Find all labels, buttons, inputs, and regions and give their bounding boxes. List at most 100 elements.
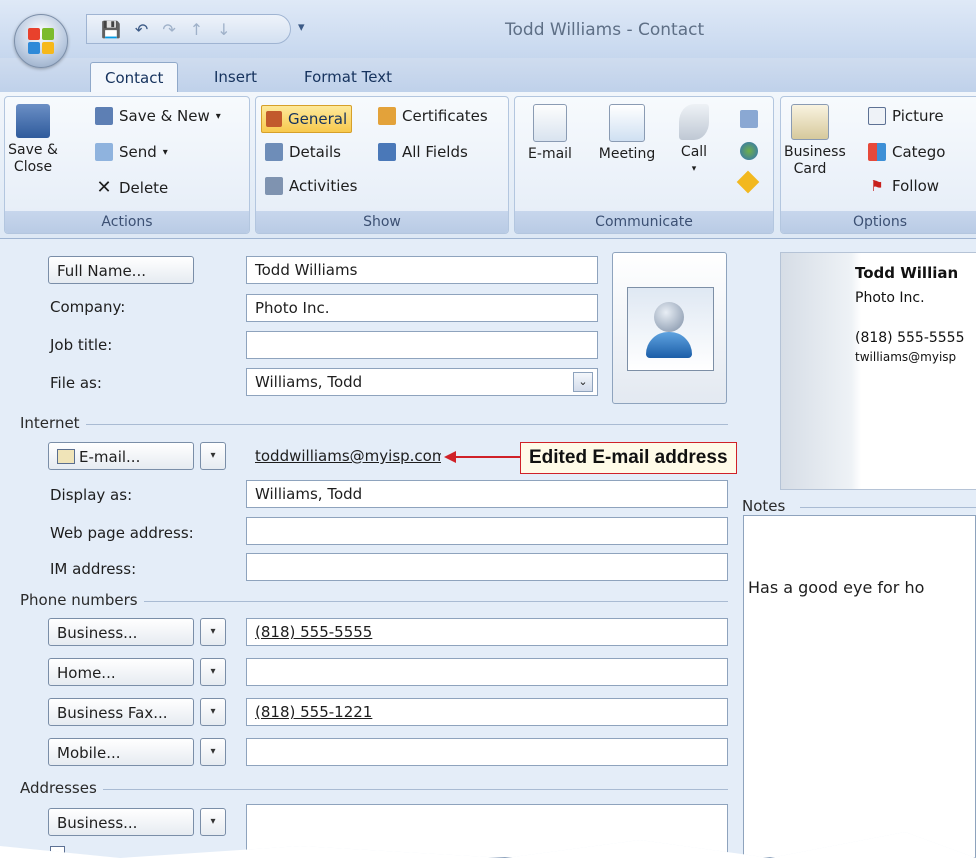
group-actions-label: Actions — [5, 211, 249, 233]
business-card-icon — [791, 104, 829, 140]
phone-business-field[interactable]: (818) 555-5555 — [246, 618, 728, 646]
categorize-button[interactable]: Catego — [868, 143, 945, 161]
im-address-field[interactable] — [246, 553, 728, 581]
internet-section-label: Internet — [20, 414, 86, 432]
address-field[interactable] — [246, 804, 728, 858]
group-options-label: Options — [781, 211, 976, 233]
web-page-icon[interactable] — [740, 142, 758, 160]
chevron-down-icon: ▾ — [162, 146, 168, 158]
full-name-button[interactable]: Full Name... — [48, 256, 194, 284]
mailing-address-checkbox[interactable] — [50, 846, 65, 858]
previous-item-icon[interactable]: ↑ — [190, 20, 203, 39]
address-business-dropdown[interactable]: ▾ — [200, 808, 226, 836]
job-title-label: Job title: — [50, 336, 113, 354]
contact-picture-frame — [627, 287, 714, 371]
office-button[interactable] — [14, 14, 68, 68]
address-business-button[interactable]: Business... — [48, 808, 194, 836]
card-company: Photo Inc. — [855, 290, 925, 306]
save-new-icon — [95, 107, 113, 125]
send-button[interactable]: Send ▾ — [95, 143, 168, 161]
save-new-button[interactable]: Save & New ▾ — [95, 107, 221, 125]
internet-divider — [20, 424, 728, 425]
activities-icon — [265, 177, 283, 195]
activities-button[interactable]: Activities — [265, 177, 357, 195]
file-as-field[interactable]: Williams, Todd ⌄ — [246, 368, 598, 396]
follow-up-button[interactable]: ⚑ Follow — [868, 177, 939, 195]
email-type-button[interactable]: E-mail... — [48, 442, 194, 470]
office-logo-icon — [28, 28, 54, 54]
contact-picture[interactable] — [612, 252, 727, 404]
file-as-dropdown-icon[interactable]: ⌄ — [573, 372, 593, 392]
notes-text: Has a good eye for ho — [748, 578, 925, 597]
email-envelope-icon — [533, 104, 567, 142]
web-page-label: Web page address: — [50, 524, 194, 542]
im-address-label: IM address: — [50, 560, 137, 578]
addresses-section-label: Addresses — [20, 779, 103, 797]
full-name-field[interactable]: Todd Williams — [246, 256, 598, 284]
card-name: Todd Willian — [855, 264, 959, 282]
save-close-icon — [16, 104, 50, 138]
display-as-field[interactable]: Williams, Todd — [246, 480, 728, 508]
customize-qat-icon[interactable]: ▾ — [298, 20, 305, 35]
email-type-dropdown[interactable]: ▾ — [200, 442, 226, 470]
tab-contact[interactable]: Contact — [90, 62, 179, 93]
tab-insert[interactable]: Insert — [200, 62, 271, 92]
chevron-down-icon: ▾ — [691, 164, 697, 174]
web-page-field[interactable] — [246, 517, 728, 545]
business-card-preview[interactable] — [780, 252, 976, 490]
call-button[interactable]: Call ▾ — [674, 104, 714, 178]
phone-mobile-field[interactable] — [246, 738, 728, 766]
details-button[interactable]: Details — [265, 143, 341, 161]
company-label: Company: — [50, 298, 126, 316]
display-as-label: Display as: — [50, 486, 133, 504]
phone-home-field[interactable] — [246, 658, 728, 686]
person-silhouette-icon — [654, 302, 684, 332]
tab-format-text[interactable]: Format Text — [290, 62, 406, 92]
meeting-button[interactable]: Meeting — [592, 104, 662, 163]
phone-home-button[interactable]: Home... — [48, 658, 194, 686]
callout-arrowhead — [444, 451, 456, 463]
phone-home-dropdown[interactable]: ▾ — [200, 658, 226, 686]
phone-mobile-button[interactable]: Mobile... — [48, 738, 194, 766]
email-button[interactable]: E-mail — [522, 104, 578, 163]
addresses-divider — [20, 789, 728, 790]
business-card-button[interactable]: Business Card — [784, 104, 846, 178]
phone-business-fax-field[interactable]: (818) 555-1221 — [246, 698, 728, 726]
general-button[interactable]: General — [261, 105, 353, 133]
save-icon[interactable]: 💾 — [101, 20, 121, 39]
undo-icon[interactable]: ↶ — [135, 20, 148, 39]
quick-access-toolbar: 💾 ↶ ↷ ↑ ↓ — [86, 14, 291, 44]
next-item-icon[interactable]: ↓ — [217, 20, 230, 39]
delete-icon: ✕ — [96, 177, 112, 198]
redo-icon[interactable]: ↷ — [162, 20, 175, 39]
flag-icon: ⚑ — [870, 177, 884, 195]
details-icon — [265, 143, 283, 161]
certificates-button[interactable]: Certificates — [378, 107, 488, 125]
phone-section-label: Phone numbers — [20, 591, 144, 609]
meeting-calendar-icon — [609, 104, 645, 142]
job-title-field[interactable] — [246, 331, 598, 359]
picture-button[interactable]: Picture — [868, 107, 944, 125]
window-title: Todd Williams - Contact — [505, 20, 705, 40]
certificates-icon — [378, 107, 396, 125]
phone-business-dropdown[interactable]: ▾ — [200, 618, 226, 646]
callout-arrow — [446, 456, 520, 458]
phone-business-fax-button[interactable]: Business Fax... — [48, 698, 194, 726]
phone-business-button[interactable]: Business... — [48, 618, 194, 646]
delete-button[interactable]: ✕ Delete — [95, 177, 168, 198]
notes-label: Notes — [742, 497, 792, 515]
company-field[interactable]: Photo Inc. — [246, 294, 598, 322]
contact-window: 💾 ↶ ↷ ↑ ↓ ▾ Todd Williams - Contact Cont… — [0, 0, 976, 858]
all-fields-button[interactable]: All Fields — [378, 143, 468, 161]
chevron-down-icon: ▾ — [215, 110, 221, 122]
email-field[interactable]: toddwilliams@myisp.com — [246, 442, 442, 470]
categorize-icon — [868, 143, 886, 161]
notes-field[interactable]: Has a good eye for ho — [743, 515, 976, 858]
save-close-button[interactable]: Save & Close — [8, 104, 58, 176]
phone-business-fax-dropdown[interactable]: ▾ — [200, 698, 226, 726]
notes-divider — [800, 507, 976, 508]
phone-mobile-dropdown[interactable]: ▾ — [200, 738, 226, 766]
assign-task-icon[interactable] — [740, 110, 758, 128]
phone-icon — [679, 104, 709, 140]
card-email: twilliams@myisp — [855, 350, 957, 364]
